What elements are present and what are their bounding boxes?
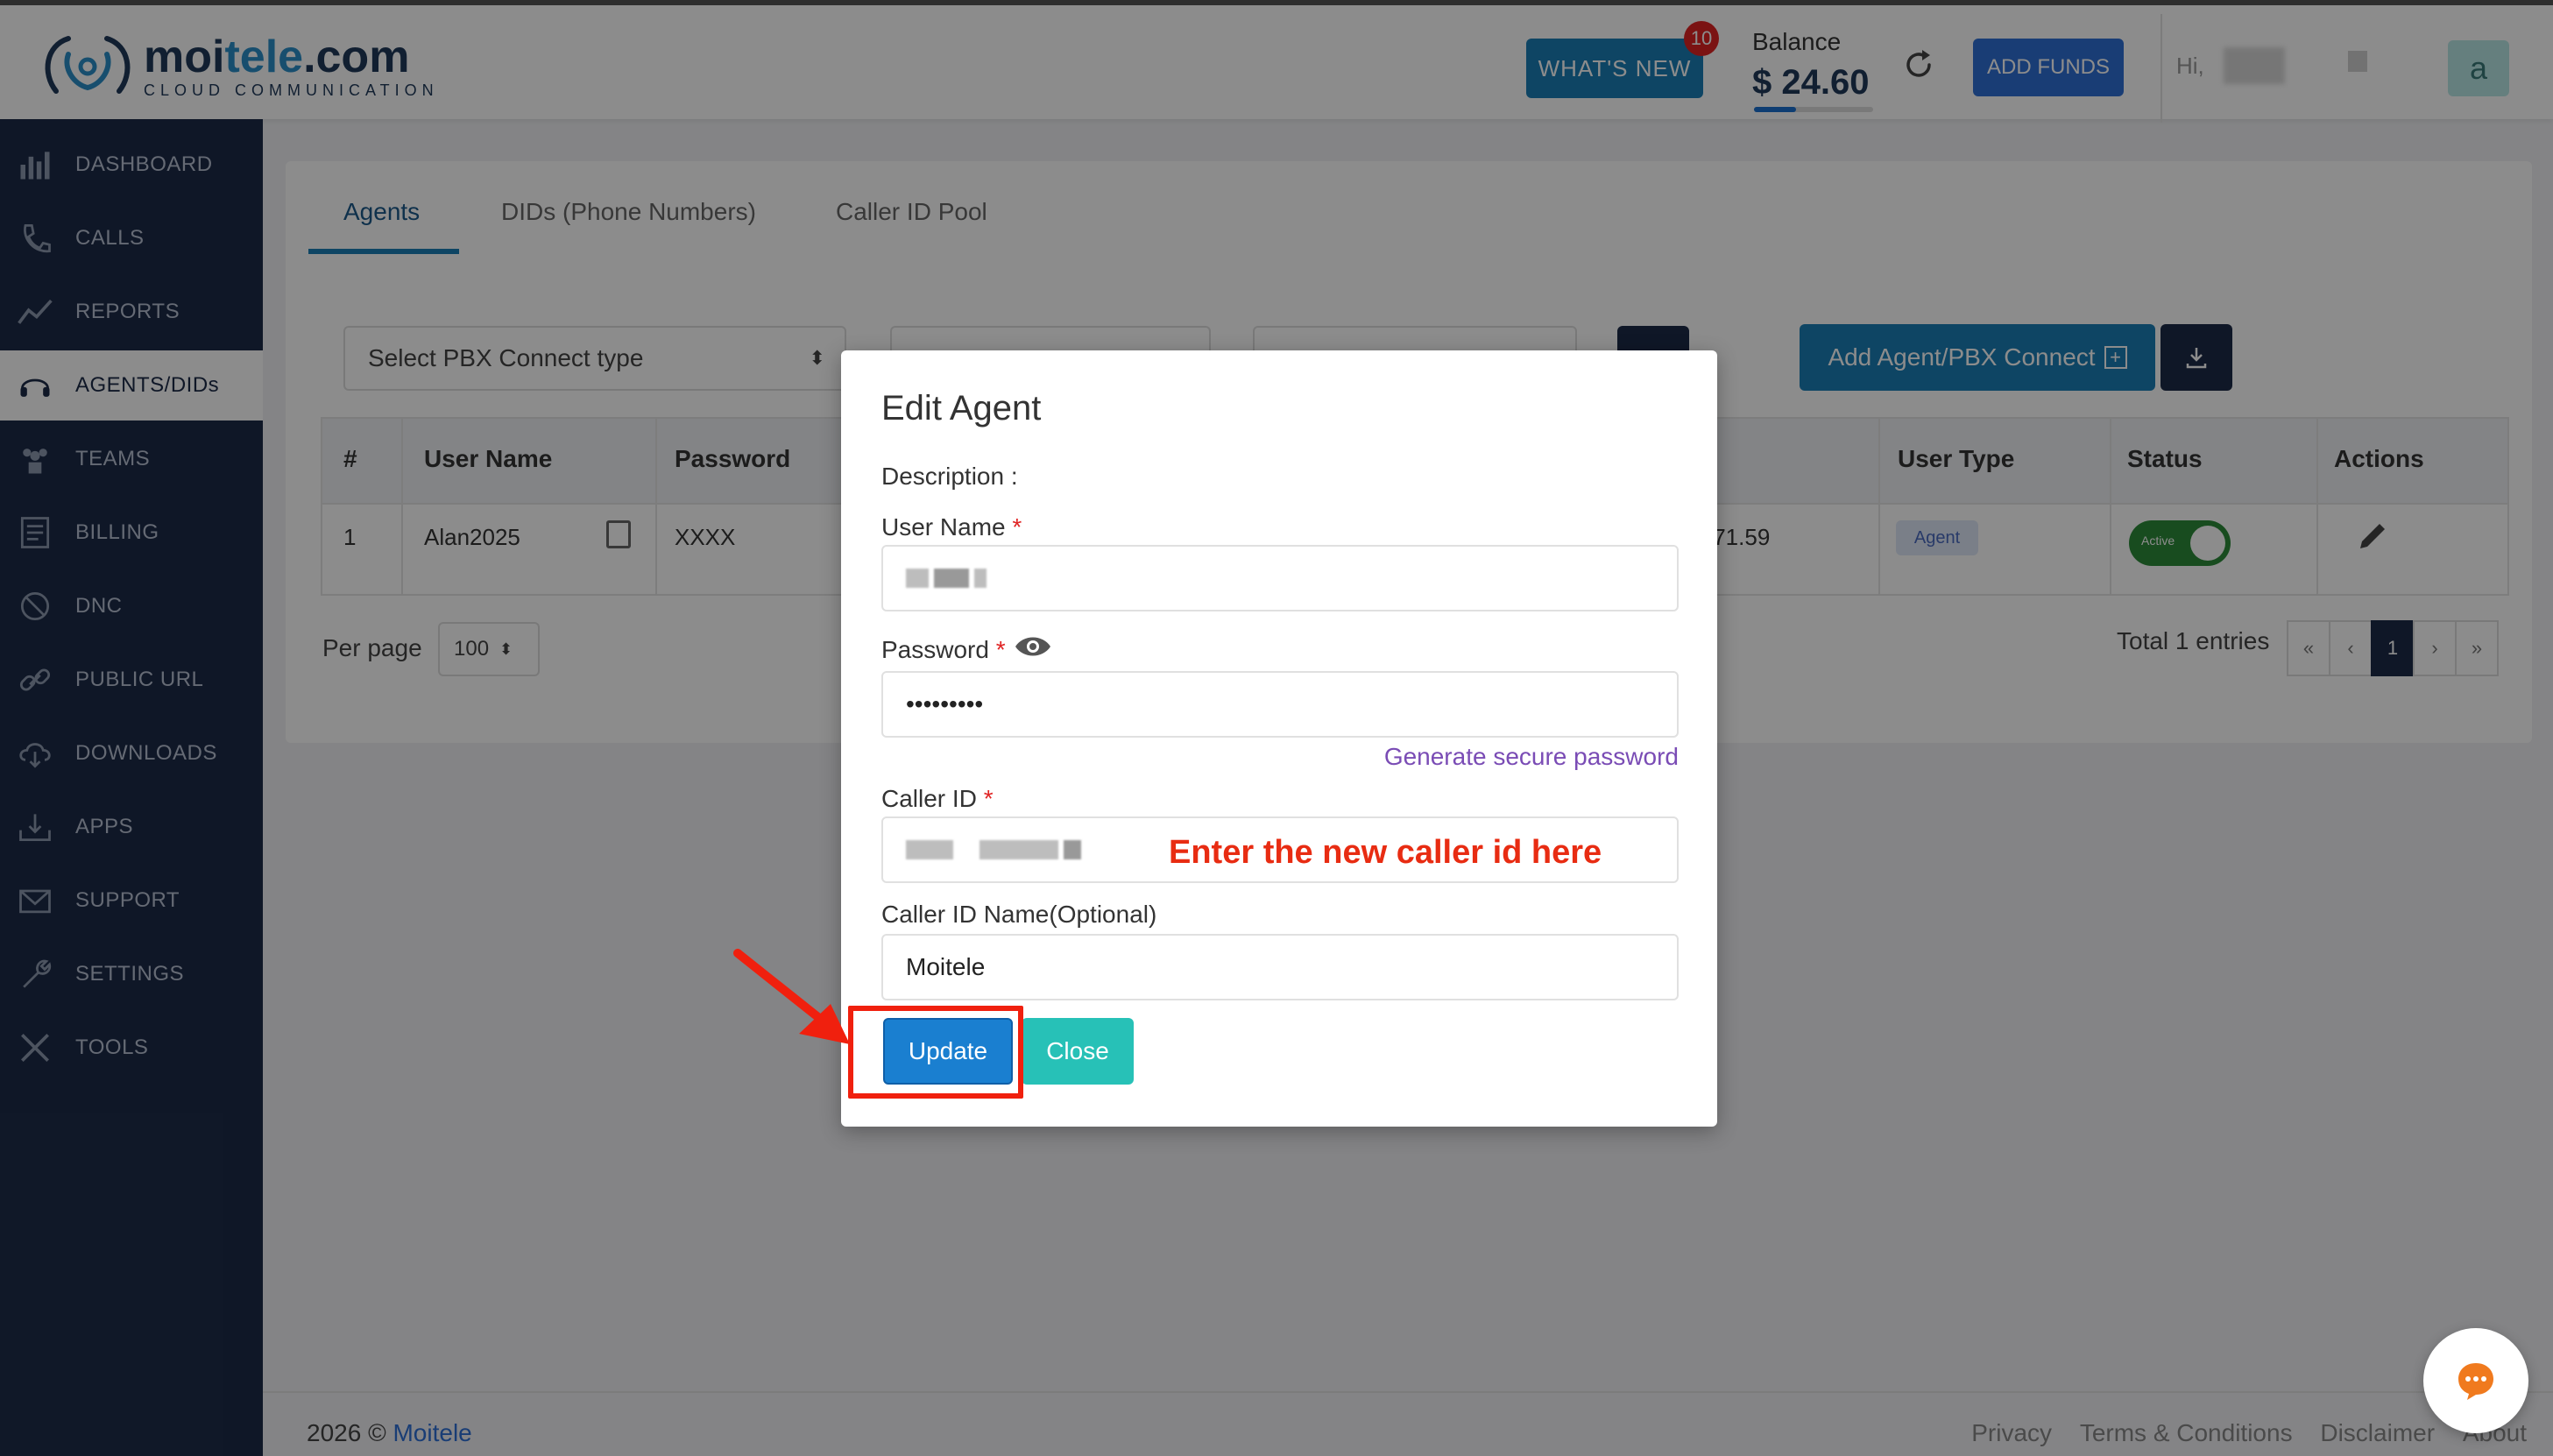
chat-widget-button[interactable] bbox=[2423, 1328, 2528, 1433]
username-input[interactable] bbox=[881, 545, 1679, 611]
eye-icon[interactable] bbox=[1013, 631, 1053, 662]
caller-id-annotation: Enter the new caller id here bbox=[1169, 834, 1602, 871]
description-label: Description : bbox=[881, 463, 1018, 490]
caller-id-name-value: Moitele bbox=[906, 953, 986, 980]
generate-password-link[interactable]: Generate secure password bbox=[1384, 743, 1679, 771]
update-highlight-box bbox=[848, 1006, 1023, 1099]
password-input[interactable]: ••••••••• bbox=[881, 671, 1679, 738]
password-label: Password * bbox=[881, 636, 1006, 663]
password-value: ••••••••• bbox=[906, 690, 984, 717]
caller-id-input[interactable]: Enter the new caller id here bbox=[881, 816, 1679, 883]
chat-bubble-icon bbox=[2458, 1363, 2493, 1400]
caller-id-label: Caller ID * bbox=[881, 785, 994, 812]
pointer-arrow-icon bbox=[733, 949, 850, 1044]
close-button[interactable]: Close bbox=[1022, 1018, 1134, 1085]
username-label: User Name * bbox=[881, 513, 1022, 541]
modal-title: Edit Agent bbox=[881, 389, 1042, 428]
caller-id-name-input[interactable]: Moitele bbox=[881, 934, 1679, 1000]
caller-id-name-label: Caller ID Name(Optional) bbox=[881, 901, 1157, 928]
